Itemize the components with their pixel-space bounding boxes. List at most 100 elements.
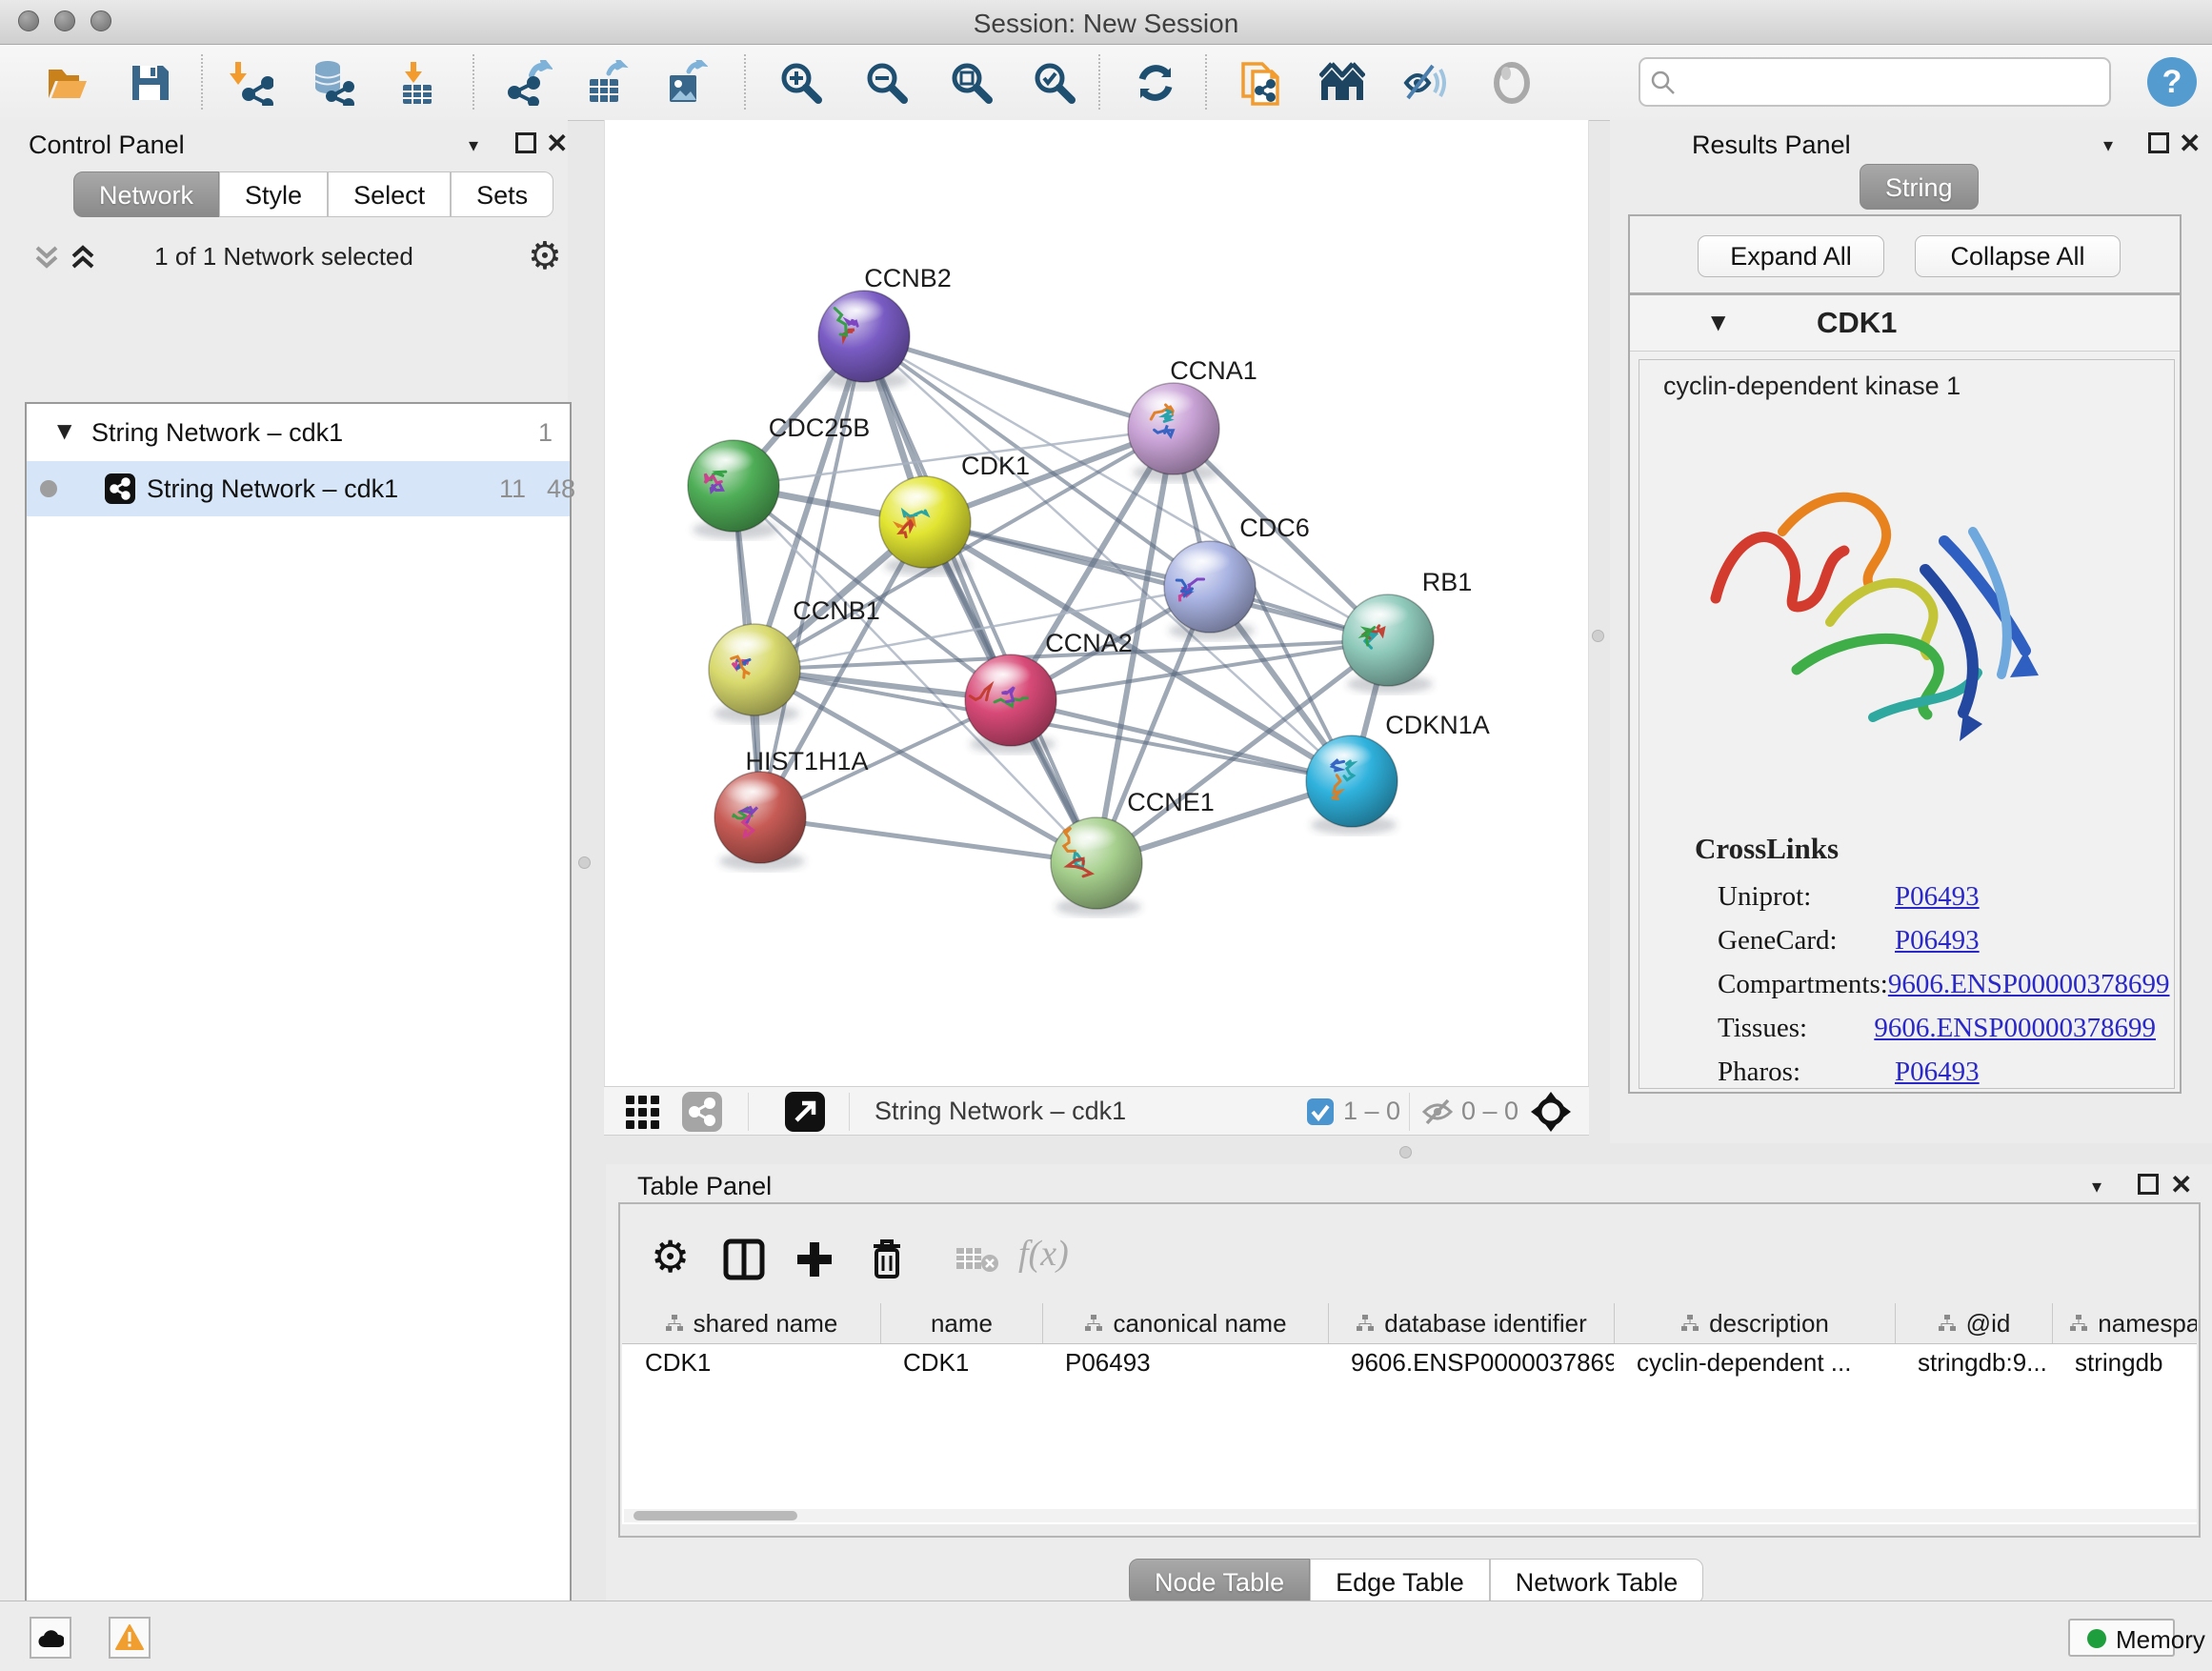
table-cell[interactable]: 9606.ENSP00000378699: [1328, 1343, 1614, 1381]
table-cell[interactable]: stringdb: [2052, 1343, 2197, 1381]
crosslink-link[interactable]: P06493: [1895, 881, 1980, 913]
column-header-canonical-name[interactable]: canonical name: [1042, 1303, 1328, 1343]
crosslink-link[interactable]: 9606.ENSP00000378699: [1874, 1013, 2156, 1044]
node-CDC25B[interactable]: [688, 440, 779, 539]
import-table-file-icon[interactable]: [393, 60, 439, 106]
columns-icon[interactable]: [723, 1238, 765, 1280]
tab-network[interactable]: Network: [73, 171, 219, 217]
hidden-eye-icon[interactable]: [1421, 1097, 1454, 1127]
node-CDK1[interactable]: [879, 476, 971, 575]
level-of-detail-icon[interactable]: [1489, 60, 1535, 106]
memory-button[interactable]: Memory: [2068, 1619, 2175, 1657]
import-network-file-icon[interactable]: [228, 60, 273, 106]
string-home-icon[interactable]: [1319, 60, 1365, 106]
tab-select[interactable]: Select: [328, 171, 451, 217]
add-column-icon[interactable]: [794, 1238, 835, 1280]
import-network-database-icon[interactable]: [309, 60, 354, 106]
table-cell[interactable]: P06493: [1042, 1343, 1328, 1381]
save-session-icon[interactable]: [127, 60, 172, 106]
table-row[interactable]: CDK1CDK1P064939606.ENSP00000378699cyclin…: [622, 1343, 2197, 1381]
node-CCNB2[interactable]: [818, 291, 910, 390]
table-panel-menu-icon[interactable]: ▾: [2092, 1175, 2101, 1198]
zoom-selected-icon[interactable]: [1032, 60, 1077, 106]
tab-edge-table[interactable]: Edge Table: [1310, 1559, 1490, 1604]
network-row-selected[interactable]: String Network – cdk1 11 48: [27, 461, 570, 516]
table-cell[interactable]: cyclin-dependent ...: [1614, 1343, 1895, 1381]
copy-style-icon[interactable]: [1239, 60, 1285, 106]
node-CCNA1[interactable]: [1128, 383, 1219, 482]
edge-CCNB2-CCNE1[interactable]: [864, 336, 1096, 863]
control-panel-menu-icon[interactable]: ▾: [469, 133, 478, 156]
right-splitter-handle[interactable]: [1592, 630, 1604, 642]
zoom-fit-icon[interactable]: [949, 60, 995, 106]
export-image-icon[interactable]: [662, 60, 708, 106]
tab-sets[interactable]: Sets: [451, 171, 553, 217]
table-panel-float-icon[interactable]: [2138, 1174, 2159, 1195]
column-header--id[interactable]: @id: [1895, 1303, 2052, 1343]
edge-HIST1H1A-CCNE1[interactable]: [760, 817, 1096, 863]
share-badge-icon[interactable]: [682, 1092, 722, 1132]
horizontal-scrollbar[interactable]: [624, 1509, 2197, 1522]
column-header-name[interactable]: name: [880, 1303, 1042, 1343]
table-cell[interactable]: CDK1: [880, 1343, 1042, 1381]
expand-all-button[interactable]: Expand All: [1698, 235, 1884, 277]
results-panel-float-icon[interactable]: [2148, 132, 2169, 153]
network-collection-row[interactable]: ▼ String Network – cdk1 1: [27, 406, 570, 461]
network-options-gear-icon[interactable]: ⚙: [528, 234, 562, 278]
node-RB1[interactable]: [1342, 594, 1434, 694]
gear-icon[interactable]: ⚙: [651, 1231, 690, 1282]
open-session-icon[interactable]: [44, 60, 90, 106]
tab-network-table[interactable]: Network Table: [1490, 1559, 1704, 1604]
protein-header[interactable]: ▼ CDK1: [1630, 295, 2180, 352]
help-icon[interactable]: ?: [2146, 56, 2198, 108]
table-cell[interactable]: CDK1: [622, 1343, 880, 1381]
left-splitter-handle[interactable]: [578, 856, 591, 869]
column-type-icon: [2069, 1314, 2088, 1333]
selected-checkbox-icon[interactable]: [1307, 1098, 1334, 1125]
column-header-shared-name[interactable]: shared name: [622, 1303, 880, 1343]
tab-style[interactable]: Style: [219, 171, 328, 217]
column-header-description[interactable]: description: [1614, 1303, 1895, 1343]
cloud-button[interactable]: [30, 1617, 71, 1659]
external-link-icon[interactable]: [785, 1092, 825, 1132]
node-CCNB1[interactable]: [709, 624, 800, 723]
tab-node-table[interactable]: Node Table: [1129, 1559, 1310, 1604]
results-panel-close-icon[interactable]: ✕: [2179, 128, 2201, 159]
column-header-database-identifier[interactable]: database identifier: [1328, 1303, 1614, 1343]
warning-button[interactable]: [109, 1617, 151, 1659]
results-tab-string[interactable]: String: [1860, 164, 1979, 210]
zoom-out-icon[interactable]: [864, 60, 910, 106]
edge-CCNB2-CCNA1[interactable]: [864, 336, 1174, 429]
zoom-in-icon[interactable]: [778, 60, 824, 106]
column-header-namespace[interactable]: namespace: [2052, 1303, 2197, 1343]
bottom-splitter-handle[interactable]: [1399, 1146, 1412, 1158]
export-network-icon[interactable]: [507, 60, 553, 106]
node-CCNE1[interactable]: [1051, 817, 1142, 916]
search-input[interactable]: [1682, 61, 2105, 105]
scrollbar-thumb[interactable]: [633, 1511, 797, 1520]
crosslink-link[interactable]: P06493: [1895, 1057, 1980, 1088]
protein-expander-icon[interactable]: ▼: [1711, 311, 1725, 333]
enhanced-graphics-icon[interactable]: [1400, 60, 1446, 106]
birdseye-icon[interactable]: [1530, 1091, 1572, 1133]
grid-icon[interactable]: [624, 1092, 664, 1132]
collection-expander-icon[interactable]: ▼: [57, 419, 71, 442]
node-CDC6[interactable]: [1164, 541, 1256, 640]
delete-column-icon[interactable]: [866, 1237, 908, 1280]
collapse-all-button[interactable]: Collapse All: [1915, 235, 2121, 277]
protein-name: CDK1: [1817, 306, 1897, 340]
apply-layout-icon[interactable]: [1133, 60, 1178, 106]
node-HIST1H1A[interactable]: [714, 772, 806, 871]
node-CCNA2[interactable]: [965, 654, 1056, 754]
table-cell[interactable]: stringdb:9...: [1895, 1343, 2052, 1381]
crosslink-link[interactable]: 9606.ENSP00000378699: [1888, 969, 2170, 1000]
crosslink-link[interactable]: P06493: [1895, 925, 1980, 956]
network-canvas[interactable]: CCNB2CCNA1CDC25BCDK1CDC6RB1CCNB1CCNA2CDK…: [604, 120, 1589, 1086]
table-panel-close-icon[interactable]: ✕: [2170, 1169, 2192, 1200]
control-panel-close-icon[interactable]: ✕: [546, 128, 568, 159]
control-panel-float-icon[interactable]: [515, 132, 536, 153]
results-panel-menu-icon[interactable]: ▾: [2103, 133, 2113, 156]
export-table-icon[interactable]: [584, 60, 630, 106]
node-CDKN1A[interactable]: [1306, 735, 1398, 835]
column-type-icon: [1938, 1314, 1957, 1333]
